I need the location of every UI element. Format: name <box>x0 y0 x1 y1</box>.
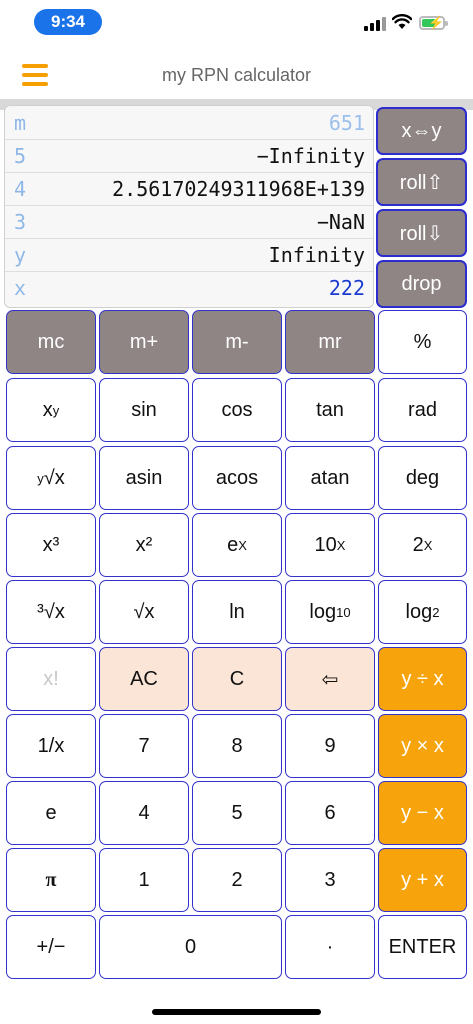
digit-9-button[interactable]: 9 <box>285 714 375 778</box>
register-label: 5 <box>14 144 27 168</box>
ten-exponent: X <box>336 537 346 553</box>
register-label: 3 <box>14 210 27 234</box>
memory-subtract-button[interactable]: m- <box>192 310 282 374</box>
log2-button[interactable]: log 2 <box>378 580 467 644</box>
log10-button[interactable]: log 10 <box>285 580 375 644</box>
percent-button[interactable]: % <box>378 310 467 374</box>
euler-constant-button[interactable]: e <box>6 781 96 845</box>
clear-button[interactable]: C <box>192 647 282 711</box>
square-button[interactable]: x² <box>99 513 189 577</box>
two-exponent: X <box>423 537 433 553</box>
stack-row-3: 3 −NaN <box>5 205 373 239</box>
digit-6-button[interactable]: 6 <box>285 781 375 845</box>
roll-down-button[interactable]: roll⇩ <box>376 209 467 257</box>
register-label: 4 <box>14 177 27 201</box>
swap-xy-button[interactable]: x⇔y <box>376 107 467 155</box>
yth-root-button[interactable]: y √x <box>6 446 96 510</box>
drop-button[interactable]: drop <box>376 260 467 308</box>
stack-row-y: y Infinity <box>5 238 373 272</box>
cube-button[interactable]: x³ <box>6 513 96 577</box>
cube-root-button[interactable]: ³ √x <box>6 580 96 644</box>
memory-recall-button[interactable]: mr <box>285 310 375 374</box>
memory-add-button[interactable]: m+ <box>99 310 189 374</box>
signal-icon <box>364 17 386 31</box>
two-base: 2 <box>412 533 424 556</box>
ten-base: 10 <box>314 533 337 556</box>
acos-button[interactable]: acos <box>192 446 282 510</box>
app-header: my RPN calculator <box>0 44 473 100</box>
factorial-button[interactable]: x! <box>6 647 96 711</box>
log2-base: log <box>405 600 433 623</box>
memory-clear-button[interactable]: mc <box>6 310 96 374</box>
register-value: 651 <box>328 111 365 135</box>
tan-button[interactable]: tan <box>285 378 375 442</box>
asin-button[interactable]: asin <box>99 446 189 510</box>
register-label: x <box>14 276 27 300</box>
exp-base: e <box>227 533 239 556</box>
digit-2-button[interactable]: 2 <box>192 848 282 912</box>
stack-display: m 651 5 −Infinity 4 2.56170249311968E+13… <box>4 105 374 308</box>
power-exponent: y <box>52 402 60 418</box>
deg-button[interactable]: deg <box>378 446 467 510</box>
log2-subscript: 2 <box>432 604 440 620</box>
page-title: my RPN calculator <box>161 65 312 85</box>
digit-8-button[interactable]: 8 <box>192 714 282 778</box>
digit-4-button[interactable]: 4 <box>99 781 189 845</box>
register-label: y <box>14 243 27 267</box>
register-value: −Infinity <box>256 144 365 168</box>
register-value: −NaN <box>316 210 365 234</box>
log10-base: log <box>309 600 337 623</box>
stack-row-4: 4 2.56170249311968E+139 <box>5 172 373 206</box>
stack-row-x: x 222 <box>5 271 373 304</box>
roll-up-button[interactable]: roll⇧ <box>376 158 467 206</box>
stack-row-memory: m 651 <box>5 106 373 140</box>
multiply-button[interactable]: y × x <box>378 714 467 778</box>
digit-5-button[interactable]: 5 <box>192 781 282 845</box>
cos-button[interactable]: cos <box>192 378 282 442</box>
all-clear-button[interactable]: AC <box>99 647 189 711</box>
sin-button[interactable]: sin <box>99 378 189 442</box>
power-base: x <box>42 398 53 421</box>
reciprocal-button[interactable]: 1/x <box>6 714 96 778</box>
atan-button[interactable]: atan <box>285 446 375 510</box>
enter-button[interactable]: ENTER <box>378 915 467 979</box>
two-power-button[interactable]: 2X <box>378 513 467 577</box>
ln-button[interactable]: ln <box>192 580 282 644</box>
register-value: 2.56170249311968E+139 <box>112 177 365 201</box>
digit-3-button[interactable]: 3 <box>285 848 375 912</box>
digit-7-button[interactable]: 7 <box>99 714 189 778</box>
square-root-button[interactable]: √x <box>99 580 189 644</box>
pi-button[interactable]: π <box>6 848 96 912</box>
cube-root-index: ³ <box>37 600 44 623</box>
root-radical: √x <box>43 466 65 489</box>
status-bar: 9:34 ⚡ <box>0 0 473 44</box>
rad-button[interactable]: rad <box>378 378 467 442</box>
home-indicator[interactable] <box>152 1009 321 1015</box>
status-time: 9:34 <box>34 9 102 35</box>
negate-button[interactable]: +/− <box>6 915 96 979</box>
ten-power-button[interactable]: 10 X <box>285 513 375 577</box>
decimal-point-button[interactable]: · <box>285 915 375 979</box>
wifi-icon <box>392 14 412 29</box>
battery-icon: ⚡ <box>419 15 448 30</box>
register-label: m <box>14 111 27 135</box>
backspace-icon: ⇦ <box>321 668 339 691</box>
subtract-button[interactable]: y − x <box>378 781 467 845</box>
digit-0-button[interactable]: 0 <box>99 915 282 979</box>
exp-exponent: X <box>238 537 247 553</box>
stack-row-5: 5 −Infinity <box>5 139 373 173</box>
divide-button[interactable]: y ÷ x <box>378 647 467 711</box>
log10-subscript: 10 <box>336 604 351 620</box>
register-value: Infinity <box>268 243 365 267</box>
add-button[interactable]: y + x <box>378 848 467 912</box>
cube-root-radical: √x <box>43 600 65 623</box>
power-button[interactable]: xy <box>6 378 96 442</box>
exp-button[interactable]: eX <box>192 513 282 577</box>
digit-1-button[interactable]: 1 <box>99 848 189 912</box>
register-value: 222 <box>328 276 365 300</box>
backspace-button[interactable]: ⇦ <box>285 647 375 711</box>
